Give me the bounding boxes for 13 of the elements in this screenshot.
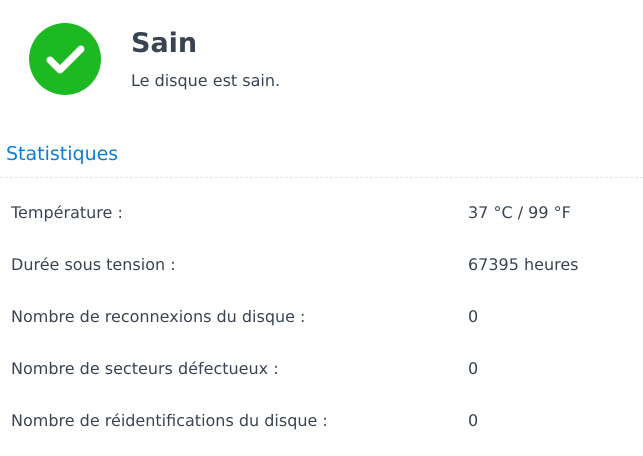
stat-label: Nombre de reconnexions du disque : [11,306,306,326]
stat-label: Température : [11,202,124,222]
stat-value: 37 °C / 99 °F [468,202,571,222]
stat-value: 0 [468,306,478,326]
status-message: Le disque est sain. [131,70,280,92]
stat-label: Nombre de réidentifications du disque : [11,410,329,430]
stat-value: 0 [468,410,478,430]
stat-label: Nombre de secteurs défectueux : [11,358,280,378]
stat-value: 0 [468,358,478,378]
section-title: Statistiques [6,142,118,167]
stat-label: Durée sous tension : [11,254,177,274]
stat-value: 67395 heures [468,254,579,274]
status-title: Sain [131,27,198,61]
